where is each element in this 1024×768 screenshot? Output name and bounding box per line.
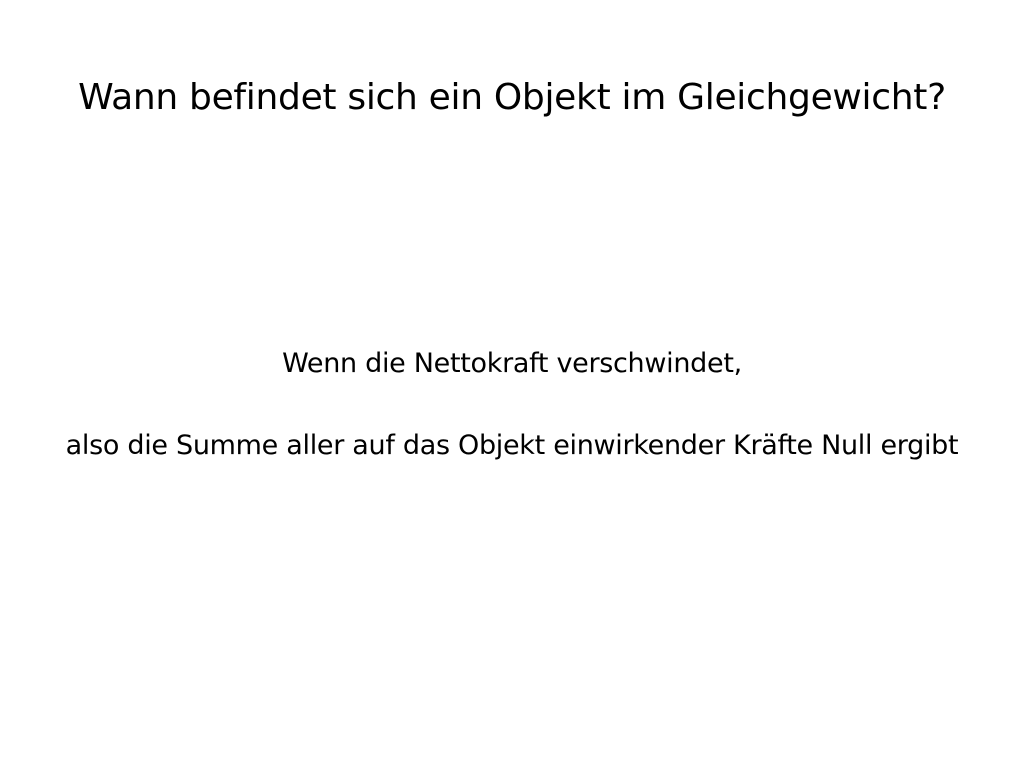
- slide-body: Wenn die Nettokraft verschwindet, also d…: [0, 344, 1024, 466]
- slide-title: Wann befindet sich ein Objekt im Gleichg…: [78, 77, 946, 118]
- body-line-net-force: Wenn die Nettokraft verschwindet,: [282, 348, 742, 379]
- slide: Wann befindet sich ein Objekt im Gleichg…: [0, 0, 1024, 768]
- body-line-sum-of-forces: also die Summe aller auf das Objekt einw…: [65, 430, 959, 461]
